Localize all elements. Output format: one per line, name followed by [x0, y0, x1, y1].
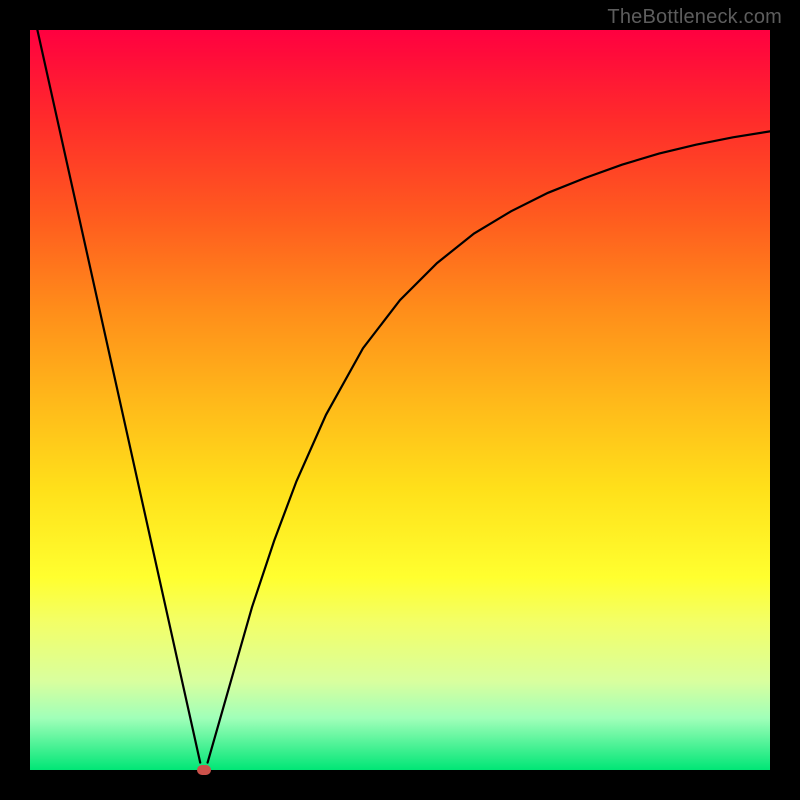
watermark-text: TheBottleneck.com: [607, 6, 782, 29]
plot-area: [30, 30, 770, 770]
curve-right-segment: [208, 131, 770, 762]
bottleneck-marker: [197, 765, 211, 775]
curve-svg: [30, 30, 770, 770]
chart-frame: TheBottleneck.com: [0, 0, 800, 800]
curve-left-segment: [37, 30, 200, 763]
